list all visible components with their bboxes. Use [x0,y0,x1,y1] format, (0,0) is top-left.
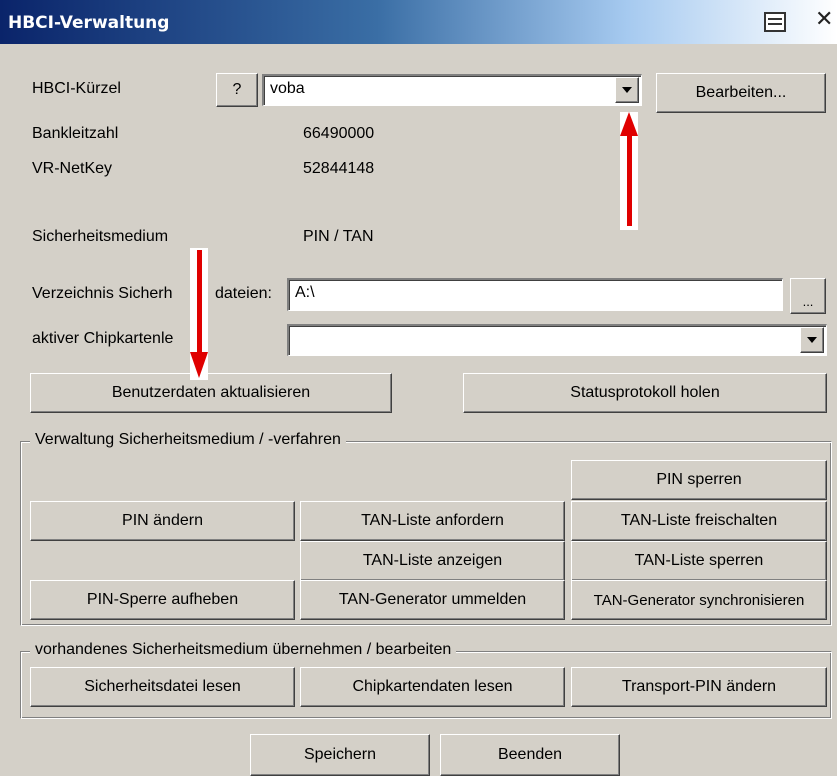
quit-button[interactable]: Beenden [440,734,620,776]
status-log-button[interactable]: Statusprotokoll holen [463,373,827,413]
medium-label: Sicherheitsmedium [32,228,169,245]
tan-sperren-button[interactable]: TAN-Liste sperren [571,541,827,581]
pin-sperren-button[interactable]: PIN sperren [571,460,827,500]
blz-label: Bankleitzahl [32,125,119,142]
pin-aendern-button[interactable]: PIN ändern [30,501,295,541]
update-user-button[interactable]: Benutzerdaten aktualisieren [30,373,392,413]
blz-value: 66490000 [303,125,375,142]
read-chip-button[interactable]: Chipkartendaten lesen [300,667,565,707]
pin-sperre-aufheben-button[interactable]: PIN-Sperre aufheben [30,580,295,620]
transport-pin-button[interactable]: Transport-PIN ändern [571,667,827,707]
dir-label-b: dateien: [215,285,272,302]
save-button[interactable]: Speichern [250,734,430,776]
help-button[interactable]: ? [216,73,258,107]
kuerzel-label: HBCI-Kürzel [32,80,121,97]
tan-freischalten-button[interactable]: TAN-Liste freischalten [571,501,827,541]
annotation-arrow-down-icon [190,248,208,380]
kuerzel-dropdown-button[interactable] [615,77,639,103]
gen-ummelden-button[interactable]: TAN-Generator ummelden [300,580,565,620]
kuerzel-select[interactable]: voba [262,74,642,106]
chip-select[interactable] [287,324,827,356]
existing-group-title: vorhandenes Sicherheitsmedium übernehmen… [30,641,457,659]
tan-anfordern-button[interactable]: TAN-Liste anfordern [300,501,565,541]
kuerzel-value: voba [270,80,305,97]
dir-input[interactable]: A:\ [287,278,783,311]
print-icon[interactable] [764,12,786,32]
close-icon[interactable]: ✕ [815,8,837,32]
edit-button[interactable]: Bearbeiten... [656,73,826,113]
dir-label-a: Verzeichnis Sicherh [32,285,173,302]
dir-value: A:\ [295,284,315,301]
netkey-label: VR-NetKey [32,160,113,177]
gen-sync-button[interactable]: TAN-Generator synchronisieren [571,580,827,620]
medium-value: PIN / TAN [303,228,374,245]
title-bar: HBCI-Verwaltung ✕ [0,0,837,44]
medium-group-title: Verwaltung Sicherheitsmedium / -verfahre… [30,431,346,449]
netkey-value: 52844148 [303,160,375,177]
tan-anzeigen-button[interactable]: TAN-Liste anzeigen [300,541,565,581]
browse-button[interactable]: ... [790,278,826,314]
chip-dropdown-button[interactable] [800,327,824,353]
window-title: HBCI-Verwaltung [8,13,170,33]
annotation-arrow-up-icon [620,112,638,230]
read-file-button[interactable]: Sicherheitsdatei lesen [30,667,295,707]
chip-label: aktiver Chipkartenle [32,330,174,347]
